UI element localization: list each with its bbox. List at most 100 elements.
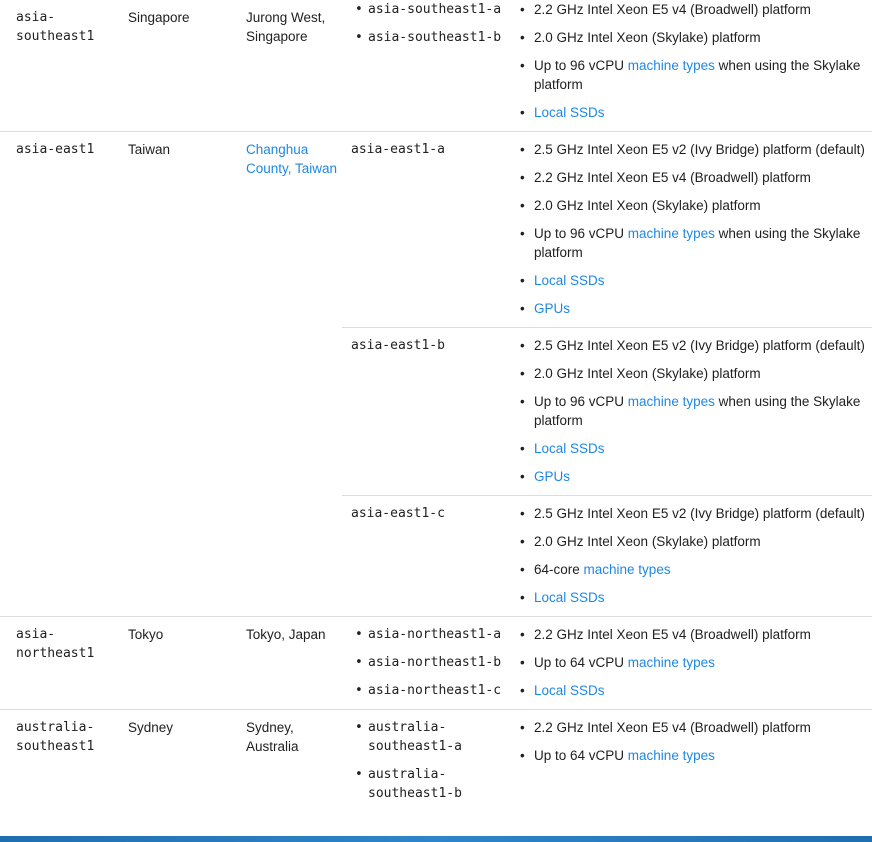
zone-item: australia- southeast1-a (351, 718, 516, 756)
feature-item: 2.0 GHz Intel Xeon (Skylake) platform (516, 532, 872, 551)
feature-text: 2.5 GHz Intel Xeon E5 v2 (Ivy Bridge) pl… (534, 142, 865, 157)
feature-link[interactable]: machine types (628, 655, 715, 670)
feature-item: Local SSDs (516, 681, 872, 700)
region-row: asia- southeast1 Singapore Jurong West, Si… (0, 0, 872, 132)
feature-text: Up to 64 vCPU (534, 748, 628, 763)
region-row: australia- southeast1 Sydney Sydney, Austr… (0, 709, 872, 812)
zone-item: australia- southeast1-b (351, 765, 516, 803)
location-cell: Sydney (128, 709, 246, 812)
features-cell: 2.2 GHz Intel Xeon E5 v4 (Broadwell) pla… (516, 709, 872, 812)
city-name: Jurong West, Singapore (246, 10, 326, 44)
city-cell: Tokyo, Japan (246, 616, 342, 710)
feature-item: 2.2 GHz Intel Xeon E5 v4 (Broadwell) pla… (516, 718, 872, 737)
region-cell: asia- northeast1 (0, 616, 128, 710)
feature-link[interactable]: GPUs (534, 301, 570, 316)
feature-link[interactable]: machine types (628, 58, 715, 73)
zone-name: asia-east1-b (351, 338, 445, 353)
feature-text: 2.0 GHz Intel Xeon (Skylake) platform (534, 534, 761, 549)
location-cell: Singapore (128, 0, 246, 132)
feature-list: 2.2 GHz Intel Xeon E5 v4 (Broadwell) pla… (516, 718, 872, 765)
feature-link[interactable]: Local SSDs (534, 105, 605, 120)
feature-text: 2.0 GHz Intel Xeon (Skylake) platform (534, 366, 761, 381)
feature-item: 2.0 GHz Intel Xeon (Skylake) platform (516, 28, 872, 47)
feature-item: 64-core machine types (516, 560, 872, 579)
feature-item: 2.5 GHz Intel Xeon E5 v2 (Ivy Bridge) pl… (516, 140, 872, 159)
bottom-bar (0, 836, 872, 842)
feature-link[interactable]: Local SSDs (534, 683, 605, 698)
feature-text: 64-core (534, 562, 584, 577)
feature-list: 2.5 GHz Intel Xeon E5 v2 (Ivy Bridge) pl… (516, 140, 872, 318)
feature-item: Local SSDs (516, 439, 872, 458)
city-name: Sydney, Australia (246, 720, 299, 754)
regions-table-body: asia- southeast1 Singapore Jurong West, Si… (0, 0, 872, 812)
region-name: asia-east1 (16, 142, 95, 157)
feature-text: Up to 96 vCPU (534, 394, 628, 409)
region-name: australia- southeast1 (16, 720, 95, 754)
feature-link[interactable]: machine types (628, 226, 715, 241)
zones-cell: asia-southeast1-a asia-southeast1-b (342, 0, 516, 132)
feature-text: 2.0 GHz Intel Xeon (Skylake) platform (534, 198, 761, 213)
city-cell: Changhua County, Taiwan (246, 131, 342, 617)
feature-text: 2.2 GHz Intel Xeon E5 v4 (Broadwell) pla… (534, 170, 811, 185)
features-cell: 2.5 GHz Intel Xeon E5 v2 (Ivy Bridge) pl… (516, 495, 872, 617)
features-cell: 2.5 GHz Intel Xeon E5 v2 (Ivy Bridge) pl… (516, 131, 872, 328)
location-cell: Tokyo (128, 616, 246, 710)
location-cell: Taiwan (128, 131, 246, 617)
feature-text: 2.0 GHz Intel Xeon (Skylake) platform (534, 30, 761, 45)
location-name: Taiwan (128, 142, 171, 157)
feature-link[interactable]: machine types (628, 394, 715, 409)
feature-item: Local SSDs (516, 103, 872, 122)
feature-link[interactable]: Local SSDs (534, 273, 605, 288)
feature-item: Up to 96 vCPU machine types when using t… (516, 56, 872, 94)
feature-item: 2.2 GHz Intel Xeon E5 v4 (Broadwell) pla… (516, 625, 872, 644)
feature-text: 2.2 GHz Intel Xeon E5 v4 (Broadwell) pla… (534, 2, 811, 17)
feature-text: 2.5 GHz Intel Xeon E5 v2 (Ivy Bridge) pl… (534, 506, 865, 521)
feature-item: 2.2 GHz Intel Xeon E5 v4 (Broadwell) pla… (516, 168, 872, 187)
feature-link[interactable]: GPUs (534, 469, 570, 484)
feature-text: Up to 96 vCPU (534, 58, 628, 73)
zone-name: asia-east1-c (351, 506, 445, 521)
feature-item: Up to 64 vCPU machine types (516, 653, 872, 672)
feature-item: 2.5 GHz Intel Xeon E5 v2 (Ivy Bridge) pl… (516, 336, 872, 355)
city-name: Tokyo, Japan (246, 627, 326, 642)
region-row: asia-east1 Taiwan Changhua County, Taiwan a… (0, 131, 872, 617)
feature-list: 2.5 GHz Intel Xeon E5 v2 (Ivy Bridge) pl… (516, 336, 872, 486)
city-cell: Sydney, Australia (246, 709, 342, 812)
feature-text: 2.2 GHz Intel Xeon E5 v4 (Broadwell) pla… (534, 720, 811, 735)
zones-cell: australia- southeast1-a australia- southe… (342, 709, 516, 812)
zone-list: asia-northeast1-a asia-northeast1-b asia-n… (351, 625, 516, 700)
feature-text: 2.5 GHz Intel Xeon E5 v2 (Ivy Bridge) pl… (534, 338, 865, 353)
feature-item: Up to 64 vCPU machine types (516, 746, 872, 765)
location-name: Singapore (128, 10, 190, 25)
features-cell: 2.5 GHz Intel Xeon E5 v2 (Ivy Bridge) pl… (516, 327, 872, 496)
zone-item: asia-northeast1-a (351, 625, 516, 644)
feature-item: Local SSDs (516, 271, 872, 290)
feature-item: Up to 96 vCPU machine types when using t… (516, 224, 872, 262)
feature-list: 2.2 GHz Intel Xeon E5 v4 (Broadwell) pla… (516, 625, 872, 700)
feature-link[interactable]: machine types (628, 748, 715, 763)
feature-list: 2.5 GHz Intel Xeon E5 v2 (Ivy Bridge) pl… (516, 504, 872, 607)
location-name: Sydney (128, 720, 174, 735)
region-name: asia- southeast1 (16, 10, 95, 44)
feature-link[interactable]: Local SSDs (534, 590, 605, 605)
region-cell: asia- southeast1 (0, 0, 128, 132)
city-link[interactable]: Changhua County, Taiwan (246, 140, 342, 178)
feature-item: 2.5 GHz Intel Xeon E5 v2 (Ivy Bridge) pl… (516, 504, 872, 523)
region-row: asia- northeast1 Tokyo Tokyo, Japan asia-no… (0, 616, 872, 710)
features-cell: 2.2 GHz Intel Xeon E5 v4 (Broadwell) pla… (516, 0, 872, 132)
zones-cell: asia-northeast1-a asia-northeast1-b asia-n… (342, 616, 516, 710)
feature-item: GPUs (516, 299, 872, 318)
feature-item: 2.2 GHz Intel Xeon E5 v4 (Broadwell) pla… (516, 0, 872, 19)
feature-link[interactable]: machine types (584, 562, 671, 577)
feature-link[interactable]: Local SSDs (534, 441, 605, 456)
feature-item: Up to 96 vCPU machine types when using t… (516, 392, 872, 430)
zones-cell: asia-east1-b (342, 327, 516, 496)
zones-cell: asia-east1-c (342, 495, 516, 617)
zone-list: australia- southeast1-a australia- southe… (351, 718, 516, 803)
zone-item: asia-southeast1-a (351, 0, 516, 19)
feature-list: 2.2 GHz Intel Xeon E5 v4 (Broadwell) pla… (516, 0, 872, 122)
location-name: Tokyo (128, 627, 164, 642)
zone-item: asia-northeast1-c (351, 681, 516, 700)
regions-table: asia- southeast1 Singapore Jurong West, Si… (0, 0, 872, 812)
zone-name: asia-east1-a (351, 142, 445, 157)
